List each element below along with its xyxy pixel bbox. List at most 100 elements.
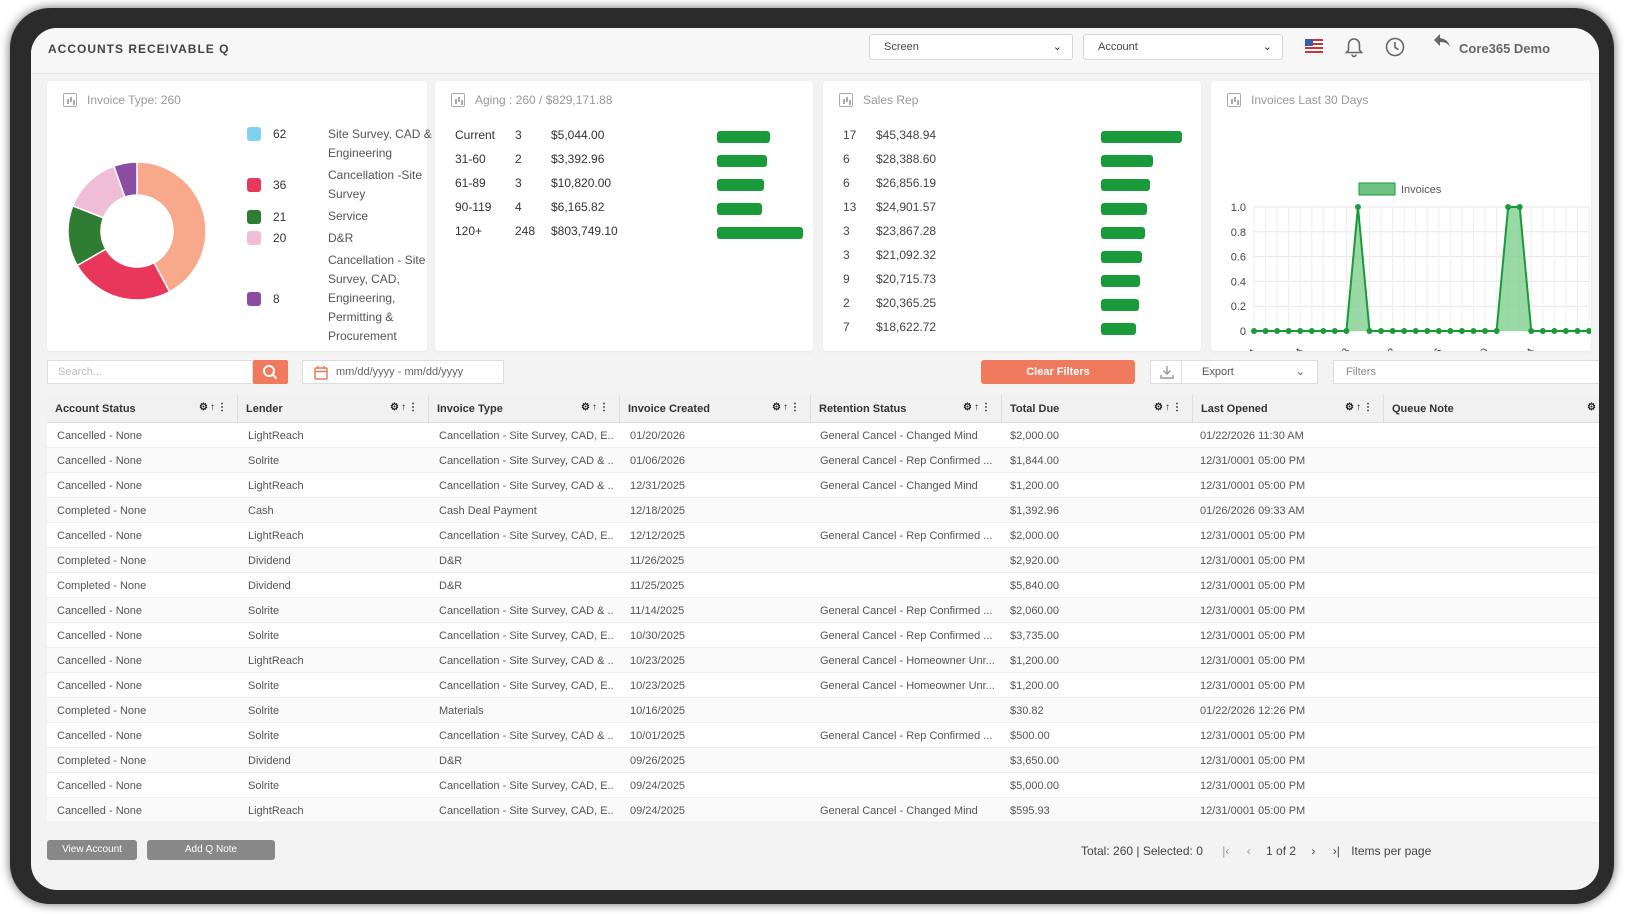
legend-label: Cancellation -Site Survey [328, 168, 423, 201]
sales-rep-row: 9 $20,715.73 [843, 272, 1193, 292]
clock-icon[interactable] [1384, 36, 1406, 58]
x-tick-label: 01/24 [1514, 347, 1538, 352]
table-row[interactable]: Cancelled - None LightReach Cancellation -… [47, 523, 1599, 548]
table-cell: 01/06/2026 [630, 455, 686, 467]
sales-rep-row: 17 $45,348.94 [843, 128, 1193, 148]
table-cell: LightReach [248, 430, 304, 442]
legend-count: 36 [273, 178, 287, 192]
account-select[interactable]: Account ⌄ [1083, 34, 1283, 60]
column-header[interactable]: Total Due ⚙↑⋮ [1002, 395, 1193, 423]
table-cell: 12/31/0001 05:00 PM [1200, 755, 1306, 767]
last-page-icon[interactable]: ›| [1333, 844, 1340, 858]
app-title: ACCOUNTS RECEIVABLE Q [48, 42, 230, 56]
column-tools[interactable]: ⚙↑⋮ [390, 402, 420, 413]
first-page-icon[interactable]: |‹ [1222, 844, 1229, 858]
x-tick-label: 12/31 [1236, 347, 1260, 352]
column-header-label: Invoice Created [628, 403, 710, 415]
x-tick-label: 01/12 [1375, 347, 1399, 352]
table-cell: Cancellation - Site Survey, CAD & ... [439, 480, 614, 492]
y-tick-label: 1.0 [1231, 202, 1246, 214]
column-header[interactable]: Last Opened ⚙↑⋮ [1193, 395, 1384, 423]
table-row[interactable]: Cancelled - None Solrite Cancellation - Si… [47, 673, 1599, 698]
sales-rep-row: 7 $18,622.72 [843, 320, 1193, 340]
data-point [1389, 328, 1396, 334]
table-row[interactable]: Cancelled - None LightReach Cancellation -… [47, 798, 1599, 823]
user-label[interactable]: Core365 Demo [1459, 41, 1550, 56]
table-row[interactable]: Cancelled - None Solrite Cancellation - Si… [47, 598, 1599, 623]
column-header[interactable]: Account Status ⚙↑⋮ [47, 395, 238, 423]
table-row[interactable]: Completed - None Dividend D&R 11/26/2025 $2,… [47, 548, 1599, 573]
table-row[interactable]: Cancelled - None Solrite Cancellation - Si… [47, 448, 1599, 473]
column-tools[interactable]: ⚙↑⋮ [963, 402, 993, 413]
column-header[interactable]: Queue Note ⚙ [1384, 395, 1599, 423]
column-tools[interactable]: ⚙↑⋮ [772, 402, 802, 413]
table-cell: Solrite [248, 730, 280, 742]
export-select[interactable]: Export ⌄ [1150, 360, 1318, 384]
pagination: Total: 260 | Selected: 0 |‹ ‹ 1 of 2 › ›… [1081, 844, 1431, 858]
column-tools[interactable]: ⚙ [1587, 402, 1598, 413]
column-tools[interactable]: ⚙↑⋮ [1154, 402, 1184, 413]
table-cell: Completed - None [57, 755, 147, 767]
table-row[interactable]: Cancelled - None LightReach Cancellation -… [47, 648, 1599, 673]
table-cell: 12/31/2025 [630, 480, 686, 492]
clear-filters-button[interactable]: Clear Filters [981, 360, 1135, 384]
aging-bar [717, 227, 803, 239]
bar-chart-icon [63, 93, 77, 107]
table-row[interactable]: Completed - None Cash Cash Deal Payment 12/… [47, 498, 1599, 523]
table-cell: 12/31/0001 05:00 PM [1200, 730, 1306, 742]
sales-rep-bar [1101, 275, 1140, 287]
sales-rep-count: 3 [843, 224, 850, 238]
legend-swatch [247, 292, 261, 306]
aging-row: Current 3 $5,044.00 [455, 128, 805, 148]
column-header[interactable]: Retention Status ⚙↑⋮ [811, 395, 1002, 423]
table-row[interactable]: Cancelled - None LightReach Cancellation -… [47, 423, 1599, 448]
prev-page-icon[interactable]: ‹ [1247, 844, 1251, 858]
table-cell: Completed - None [57, 580, 147, 592]
column-header[interactable]: Lender ⚙↑⋮ [238, 395, 429, 423]
column-tools[interactable]: ⚙↑⋮ [199, 402, 229, 413]
invoices-30-title-text: Invoices Last 30 Days [1251, 93, 1369, 107]
us-flag-icon[interactable] [1305, 39, 1323, 53]
bell-icon[interactable] [1343, 36, 1365, 58]
table-cell: 10/01/2025 [630, 730, 686, 742]
table-row[interactable]: Completed - None Dividend D&R 11/25/2025 $5,… [47, 573, 1599, 598]
legend-label: Invoices [1401, 184, 1442, 196]
legend-label: Site Survey, CAD & Engineering [328, 127, 432, 160]
table-cell: Solrite [248, 605, 280, 617]
table-row[interactable]: Cancelled - None Solrite Cancellation - Si… [47, 723, 1599, 748]
table-row[interactable]: Cancelled - None Solrite Cancellation - Si… [47, 623, 1599, 648]
legend-item: 36 [247, 178, 286, 192]
sales-rep-bar [1101, 203, 1147, 215]
column-tools[interactable]: ⚙↑⋮ [1345, 402, 1375, 413]
table-cell: Solrite [248, 705, 280, 717]
data-point [1366, 328, 1373, 334]
bar-chart-icon [1227, 93, 1241, 107]
column-header-label: Total Due [1010, 403, 1060, 415]
screen-select[interactable]: Screen ⌄ [869, 34, 1073, 60]
table-row[interactable]: Completed - None Solrite Materials 10/16/20… [47, 698, 1599, 723]
add-q-note-button[interactable]: Add Q Note [147, 840, 275, 860]
search-input[interactable]: Search... [47, 360, 253, 384]
table-row[interactable]: Completed - None Dividend D&R 09/26/2025 $3,… [47, 748, 1599, 773]
table-row[interactable]: Cancelled - None LightReach Cancellation -… [47, 473, 1599, 498]
data-point [1285, 328, 1292, 334]
table-cell: Cancelled - None [57, 630, 142, 642]
filters-input[interactable]: Filters [1333, 360, 1599, 384]
column-tools[interactable]: ⚙↑⋮ [581, 402, 611, 413]
legend-swatch [247, 178, 261, 192]
screen-select-label: Screen [884, 41, 919, 53]
search-button[interactable] [253, 360, 288, 384]
sales-rep-amount: $18,622.72 [876, 320, 937, 334]
table-row[interactable]: Cancelled - None Solrite Cancellation - Si… [47, 773, 1599, 798]
view-account-button[interactable]: View Account [47, 840, 137, 860]
table-cell: 12/31/0001 05:00 PM [1200, 805, 1306, 817]
sales-rep-count: 13 [843, 200, 857, 214]
column-header-label: Queue Note [1392, 403, 1454, 415]
download-icon [1160, 366, 1174, 379]
column-header[interactable]: Invoice Type ⚙↑⋮ [429, 395, 620, 423]
date-range-input[interactable]: mm/dd/yyyy - mm/dd/yyyy [302, 360, 504, 384]
column-header[interactable]: Invoice Created ⚙↑⋮ [620, 395, 811, 423]
next-page-icon[interactable]: › [1311, 844, 1315, 858]
reply-icon[interactable] [1432, 32, 1452, 50]
y-tick-label: 0 [1240, 326, 1246, 338]
